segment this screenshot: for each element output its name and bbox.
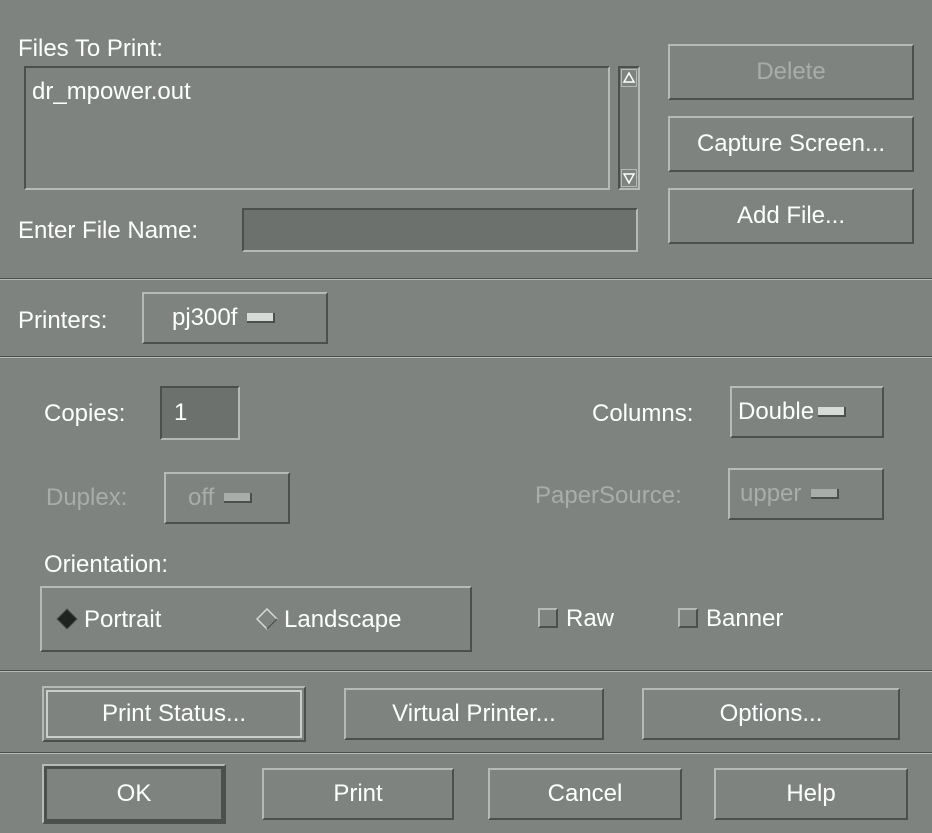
file-name-input[interactable] xyxy=(242,208,638,252)
copies-input[interactable] xyxy=(160,386,240,440)
help-button[interactable]: Help xyxy=(714,768,908,820)
separator xyxy=(0,278,932,280)
scroll-up-arrow-icon[interactable] xyxy=(621,69,637,87)
raw-label: Raw xyxy=(566,605,615,632)
files-scrollbar[interactable] xyxy=(618,66,640,190)
checkbox-icon xyxy=(538,607,558,628)
raw-checkbox[interactable]: Raw xyxy=(538,605,614,633)
portrait-label: Portrait xyxy=(84,606,162,633)
duplex-label: Duplex: xyxy=(46,484,128,511)
printers-dropdown[interactable]: pj300f xyxy=(142,292,328,344)
virtual-printer-button[interactable]: Virtual Printer... xyxy=(344,688,604,740)
duplex-dropdown[interactable]: off xyxy=(164,472,290,524)
portrait-radio[interactable]: Portrait xyxy=(56,606,161,634)
landscape-radio[interactable]: Landscape xyxy=(256,606,401,634)
capture-screen-button[interactable]: Capture Screen... xyxy=(668,116,914,172)
columns-dropdown[interactable]: Double xyxy=(730,386,884,438)
landscape-label: Landscape xyxy=(284,606,402,633)
orientation-radio-group: Portrait Landscape xyxy=(40,586,472,652)
print-status-button[interactable]: Print Status... xyxy=(42,686,306,742)
file-list-item[interactable]: dr_mpower.out xyxy=(32,78,191,106)
papersource-value: upper xyxy=(740,480,802,507)
delete-button[interactable]: Delete xyxy=(668,44,914,100)
papersource-label: PaperSource: xyxy=(535,482,682,509)
papersource-dropdown[interactable]: upper xyxy=(728,468,884,520)
print-button[interactable]: Print xyxy=(262,768,454,820)
columns-value: Double xyxy=(738,398,815,425)
printers-label: Printers: xyxy=(18,307,108,334)
banner-checkbox[interactable]: Banner xyxy=(678,605,783,633)
separator xyxy=(0,752,932,754)
duplex-value: off xyxy=(188,484,215,511)
separator xyxy=(0,670,932,672)
radio-unselected-icon xyxy=(256,607,278,630)
banner-label: Banner xyxy=(706,605,784,632)
files-to-print-label: Files To Print: xyxy=(18,35,163,62)
separator xyxy=(0,356,932,358)
options-button[interactable]: Options... xyxy=(642,688,900,740)
ok-button[interactable]: OK xyxy=(42,764,226,824)
orientation-label: Orientation: xyxy=(44,551,169,578)
checkbox-icon xyxy=(678,607,698,628)
option-menu-icon xyxy=(818,407,847,417)
option-menu-icon xyxy=(247,313,276,323)
files-list[interactable]: dr_mpower.out xyxy=(24,66,610,190)
option-menu-icon xyxy=(811,489,840,499)
enter-file-name-label: Enter File Name: xyxy=(18,217,199,244)
scroll-down-arrow-icon[interactable] xyxy=(621,169,637,187)
option-menu-icon xyxy=(224,493,253,503)
columns-label: Columns: xyxy=(592,400,694,427)
radio-selected-icon xyxy=(56,607,78,630)
cancel-button[interactable]: Cancel xyxy=(488,768,682,820)
printers-value: pj300f xyxy=(172,304,238,331)
copies-label: Copies: xyxy=(44,400,126,427)
add-file-button[interactable]: Add File... xyxy=(668,188,914,244)
